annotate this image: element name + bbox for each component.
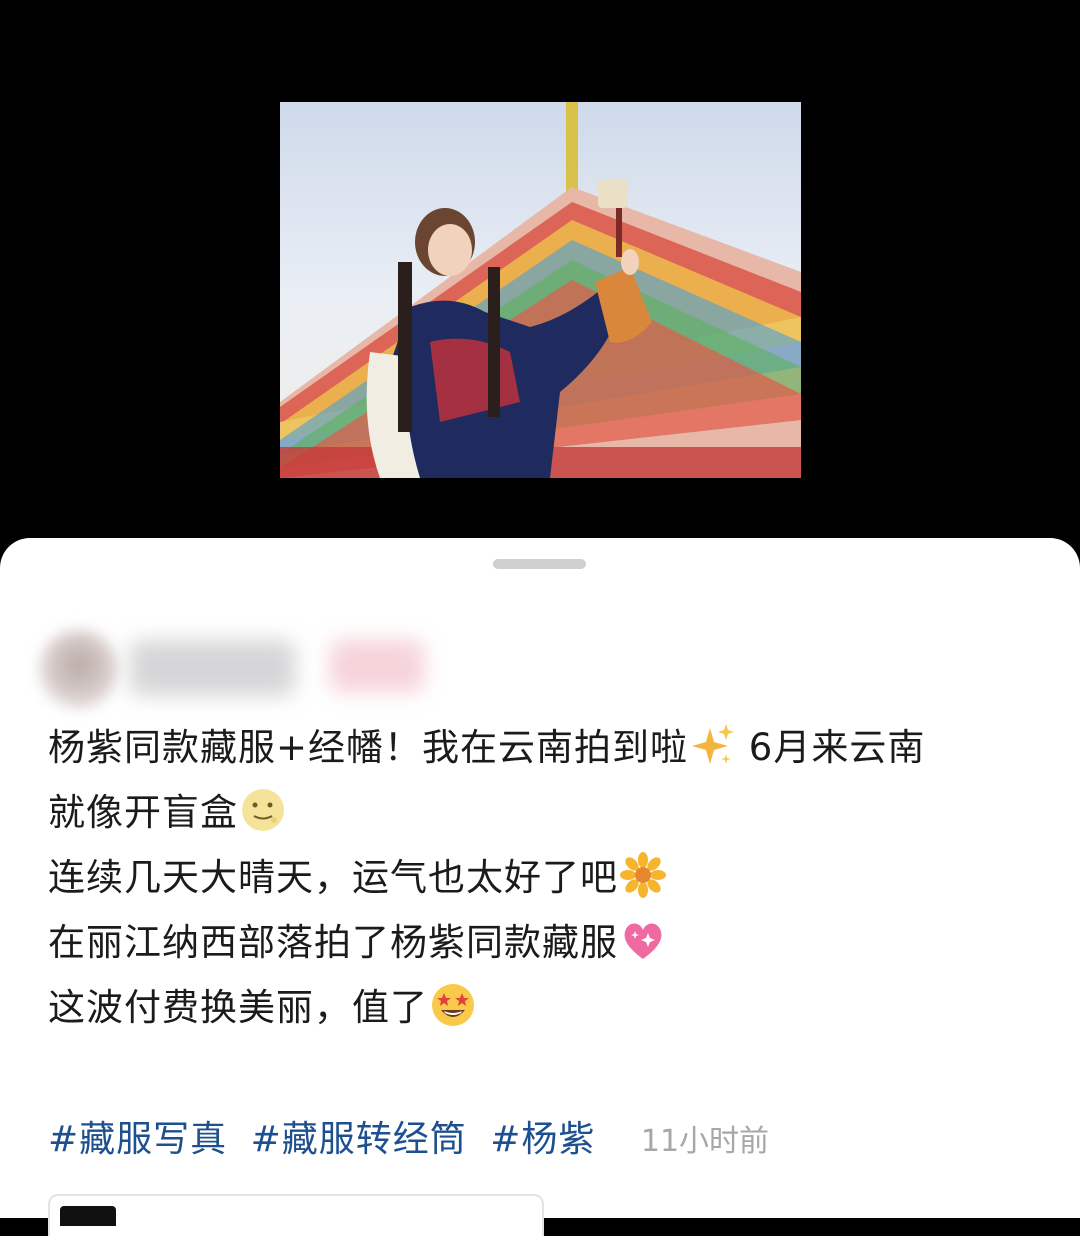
author-name-blurred[interactable] <box>130 640 295 696</box>
post-tags-row: #藏服写真 #藏服转经筒 #杨紫 11小时前 <box>48 1110 769 1160</box>
post-line-text-tail: 6月来云南 <box>736 726 926 769</box>
hashtag-link[interactable]: #藏服写真 <box>48 1119 227 1160</box>
post-line: 这波付费换美丽，值了 <box>48 975 1048 1040</box>
media-viewer-area <box>0 0 1080 560</box>
post-line-text: 就像开盲盒 <box>48 791 238 834</box>
post-line-text: 这波付费换美丽，值了 <box>48 986 428 1029</box>
post-line-text: 在丽江纳西部落拍了杨紫同款藏服 <box>48 921 618 964</box>
star-struck-emoji <box>432 984 474 1026</box>
sparkling-heart-emoji <box>624 923 662 959</box>
blossom-emoji <box>620 852 666 898</box>
post-photo[interactable] <box>280 102 801 478</box>
post-line: 在丽江纳西部落拍了杨紫同款藏服 <box>48 910 1048 975</box>
author-avatar[interactable] <box>40 630 118 708</box>
post-line: 连续几天大晴天，运气也太好了吧 <box>48 845 1048 910</box>
hashtag-link[interactable]: #杨紫 <box>490 1119 595 1160</box>
post-line: 杨紫同款藏服+经幡！我在云南拍到啦 6月来云南 <box>48 715 1048 780</box>
card-thumbnail-icon <box>60 1206 116 1226</box>
author-badge-blurred <box>330 640 424 692</box>
sparkles-emoji <box>692 724 735 764</box>
photo-image <box>280 102 801 478</box>
post-detail-sheet: 杨紫同款藏服+经幡！我在云南拍到啦 6月来云南 就像开盲盒 连续几天大晴天，运气… <box>0 538 1080 1236</box>
post-line: 就像开盲盒 <box>48 780 1048 845</box>
post-body: 杨紫同款藏服+经幡！我在云南拍到啦 6月来云南 就像开盲盒 连续几天大晴天，运气… <box>48 715 1048 1040</box>
post-line-text: 连续几天大晴天，运气也太好了吧 <box>48 856 618 899</box>
hashtag-link[interactable]: #藏服转经筒 <box>251 1119 467 1160</box>
moon-face-emoji <box>242 789 284 831</box>
post-timestamp: 11小时前 <box>640 1124 770 1159</box>
post-line-text: 杨紫同款藏服+经幡！我在云南拍到啦 <box>48 726 689 769</box>
attached-card[interactable] <box>48 1194 544 1236</box>
drag-handle[interactable] <box>493 559 586 569</box>
